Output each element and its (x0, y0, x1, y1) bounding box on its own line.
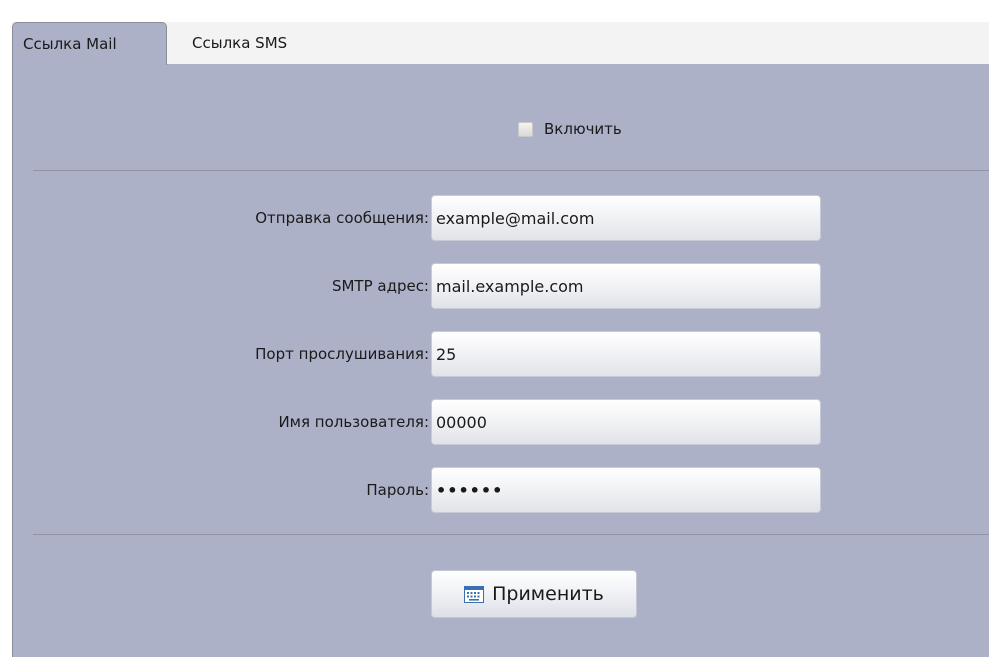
bottom-divider (33, 534, 989, 535)
enable-checkbox-row[interactable]: Включить (518, 119, 622, 139)
mail-settings-window: Ссылка Mail Ссылка SMS Включить Отправка… (0, 0, 989, 657)
password-label: Пароль: (366, 481, 429, 499)
keyboard-icon (464, 585, 485, 603)
sender-input[interactable] (431, 195, 821, 241)
top-divider (33, 170, 989, 171)
sender-label: Отправка сообщения: (255, 209, 429, 227)
apply-button[interactable]: Применить (431, 570, 637, 618)
username-row: Имя пользователя: (13, 399, 989, 445)
smtp-input[interactable] (431, 263, 821, 309)
username-label: Имя пользователя: (278, 413, 429, 431)
mail-settings-panel: Включить Отправка сообщения: SMTP адрес:… (12, 64, 989, 657)
apply-button-label: Применить (492, 583, 604, 605)
smtp-label: SMTP адрес: (331, 277, 429, 295)
sender-row: Отправка сообщения: (13, 195, 989, 241)
tab-sms-link[interactable]: Ссылка SMS (192, 22, 352, 64)
smtp-row: SMTP адрес: (13, 263, 989, 309)
password-input[interactable] (431, 467, 821, 513)
tab-sms-link-label: Ссылка SMS (192, 34, 288, 52)
username-input[interactable] (431, 399, 821, 445)
port-row: Порт прослушивания: (13, 331, 989, 377)
enable-checkbox[interactable] (518, 121, 533, 137)
password-row: Пароль: (13, 467, 989, 513)
tab-mail-link[interactable]: Ссылка Mail (12, 22, 167, 65)
tab-bar: Ссылка Mail Ссылка SMS (12, 22, 989, 65)
port-label: Порт прослушивания: (255, 345, 429, 363)
enable-checkbox-label: Включить (544, 120, 622, 138)
port-input[interactable] (431, 331, 821, 377)
tab-mail-link-label: Ссылка Mail (23, 35, 117, 53)
